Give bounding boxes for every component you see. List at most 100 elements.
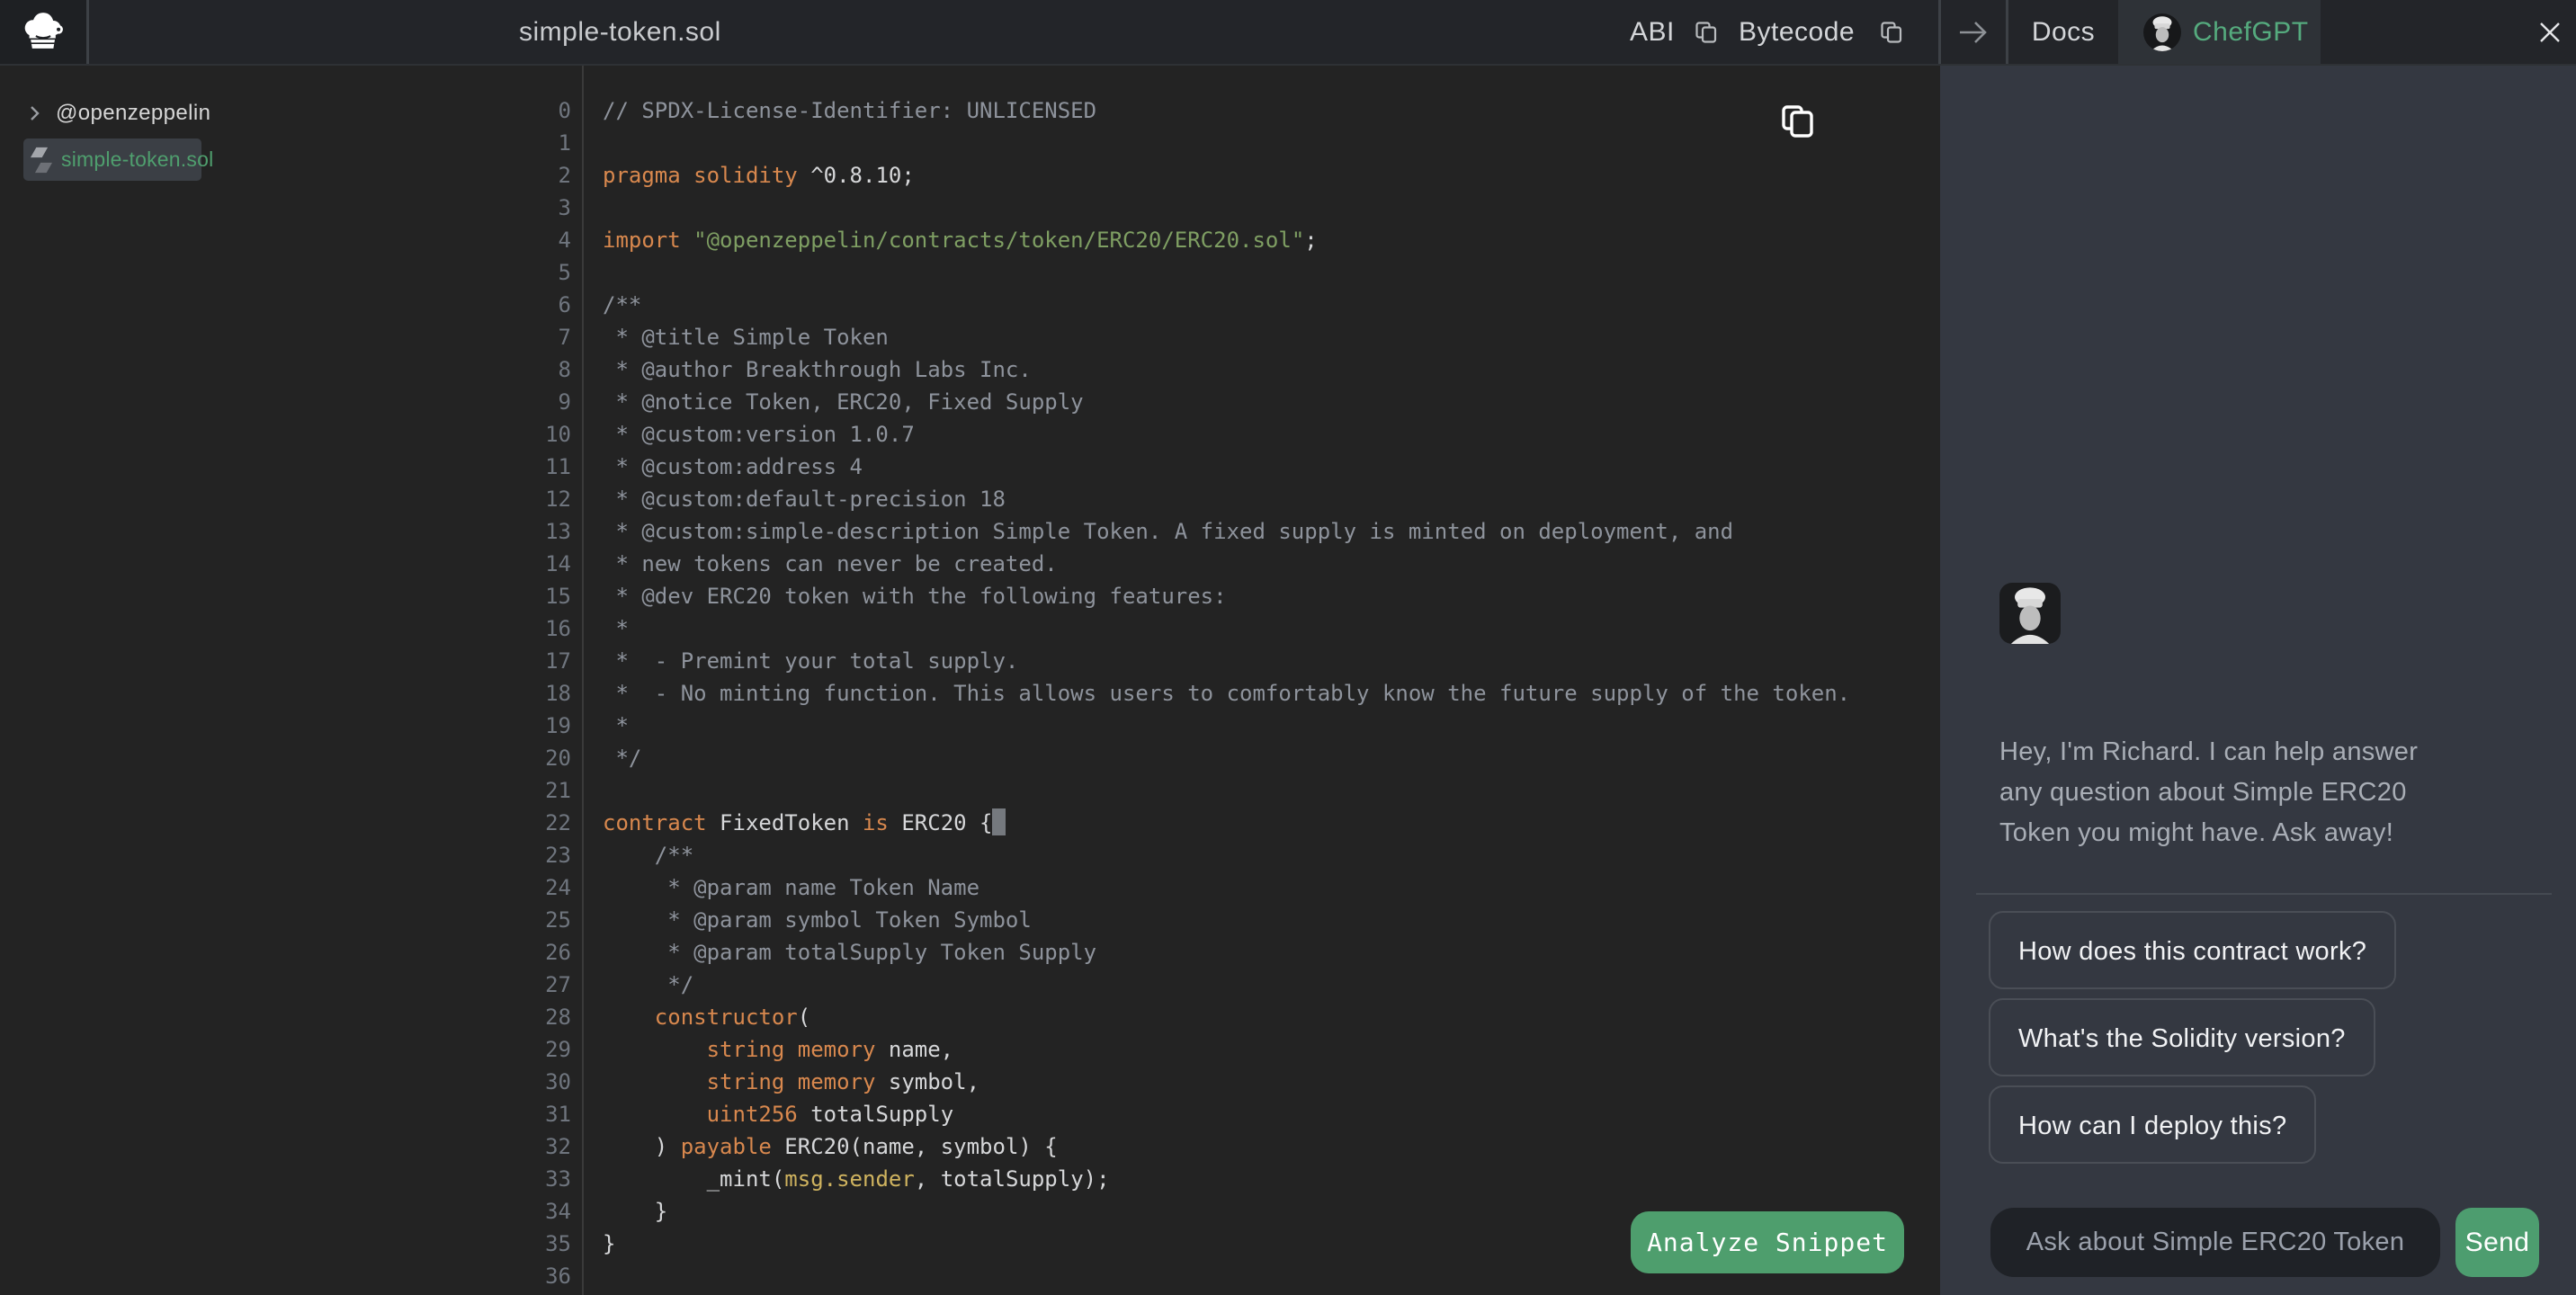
- arrow-right-icon: [1956, 18, 1990, 47]
- code-line[interactable]: 23 /**: [485, 839, 1940, 871]
- chefgpt-panel: Hey, I'm Richard. I can help answer any …: [1940, 66, 2576, 1295]
- analyze-snippet-button[interactable]: Analyze Snippet: [1631, 1211, 1904, 1273]
- line-number: 28: [485, 1001, 571, 1033]
- line-text: * @param symbol Token Symbol: [603, 904, 1032, 936]
- line-number: 0: [485, 94, 571, 127]
- line-number: 33: [485, 1163, 571, 1195]
- line-number: 6: [485, 289, 571, 321]
- code-line[interactable]: 30 string memory symbol,: [485, 1066, 1940, 1098]
- chevron-right-icon: [25, 104, 43, 122]
- line-number: 25: [485, 904, 571, 936]
- code-line[interactable]: 17 * - Premint your total supply.: [485, 645, 1940, 677]
- bytecode-copy-button[interactable]: Bytecode: [1739, 0, 1855, 64]
- copy-bytecode-icon[interactable]: [1880, 21, 1903, 44]
- code-line[interactable]: 26 * @param totalSupply Token Supply: [485, 936, 1940, 969]
- line-number: 13: [485, 515, 571, 548]
- code-line[interactable]: 12 * @custom:default-precision 18: [485, 483, 1940, 515]
- line-number: 11: [485, 451, 571, 483]
- code-line[interactable]: 18 * - No minting function. This allows …: [485, 677, 1940, 710]
- code-line[interactable]: 28 constructor(: [485, 1001, 1940, 1033]
- line-text: import "@openzeppelin/contracts/token/ER…: [603, 224, 1318, 256]
- code-line[interactable]: 29 string memory name,: [485, 1033, 1940, 1066]
- line-number: 18: [485, 677, 571, 710]
- code-line[interactable]: 9 * @notice Token, ERC20, Fixed Supply: [485, 386, 1940, 418]
- line-number: 3: [485, 192, 571, 224]
- code-line[interactable]: 3: [485, 192, 1940, 224]
- line-text: * - No minting function. This allows use…: [603, 677, 1850, 710]
- close-button[interactable]: [2523, 0, 2576, 64]
- line-text: * @custom:address 4: [603, 451, 863, 483]
- chefgpt-tab-label: ChefGPT: [2193, 17, 2309, 48]
- tab-docs[interactable]: Docs: [2008, 0, 2118, 64]
- chef-hat-icon: [20, 9, 67, 56]
- suggestion-chip[interactable]: What's the Solidity version?: [1989, 998, 2375, 1076]
- code-line[interactable]: 27 */: [485, 969, 1940, 1001]
- chat-input[interactable]: [1990, 1208, 2440, 1277]
- code-line[interactable]: 10 * @custom:version 1.0.7: [485, 418, 1940, 451]
- line-number: 1: [485, 127, 571, 159]
- code-line[interactable]: 31 uint256 totalSupply: [485, 1098, 1940, 1130]
- tab-chefgpt[interactable]: ChefGPT: [2118, 0, 2321, 64]
- panel-divider: [1976, 893, 2552, 895]
- line-number: 9: [485, 386, 571, 418]
- code-line[interactable]: 32 ) payable ERC20(name, symbol) {: [485, 1130, 1940, 1163]
- app-logo[interactable]: [0, 0, 89, 64]
- line-text: * @notice Token, ERC20, Fixed Supply: [603, 386, 1084, 418]
- code-line[interactable]: 5: [485, 256, 1940, 289]
- code-line[interactable]: 11 * @custom:address 4: [485, 451, 1940, 483]
- line-number: 31: [485, 1098, 571, 1130]
- line-text: ) payable ERC20(name, symbol) {: [603, 1130, 1058, 1163]
- code-line[interactable]: 20 */: [485, 742, 1940, 774]
- line-number: 24: [485, 871, 571, 904]
- line-number: 27: [485, 969, 571, 1001]
- line-text: * @custom:default-precision 18: [603, 483, 1006, 515]
- code-line[interactable]: 22contract FixedToken is ERC20 {: [485, 807, 1940, 839]
- code-line[interactable]: 6/**: [485, 289, 1940, 321]
- line-text: // SPDX-License-Identifier: UNLICENSED: [603, 94, 1096, 127]
- abi-copy-button[interactable]: ABI: [1630, 0, 1675, 64]
- copy-abi-icon[interactable]: [1695, 21, 1718, 44]
- line-number: 5: [485, 256, 571, 289]
- line-text: * - Premint your total supply.: [603, 645, 1018, 677]
- sidebar-item-simple-token[interactable]: simple-token.sol: [23, 138, 201, 181]
- code-line[interactable]: 14 * new tokens can never be created.: [485, 548, 1940, 580]
- top-bar: simple-token.sol ABI Bytecode: [0, 0, 2576, 66]
- code-line[interactable]: 7 * @title Simple Token: [485, 321, 1940, 353]
- richard-avatar: [1999, 583, 2061, 644]
- code-line[interactable]: 0 // SPDX-License-Identifier: UNLICENSED: [485, 94, 1940, 127]
- send-button[interactable]: Send: [2455, 1208, 2539, 1277]
- code-line[interactable]: 13 * @custom:simple-description Simple T…: [485, 515, 1940, 548]
- copy-code-button[interactable]: [1780, 103, 1816, 139]
- code-line[interactable]: 8 * @author Breakthrough Labs Inc.: [485, 353, 1940, 386]
- line-text: * @author Breakthrough Labs Inc.: [603, 353, 1032, 386]
- line-text: * @dev ERC20 token with the following fe…: [603, 580, 1227, 612]
- code-editor[interactable]: 0 // SPDX-License-Identifier: UNLICENSED 1…: [485, 66, 1940, 1295]
- code-line[interactable]: 33 _mint(msg.sender, totalSupply);: [485, 1163, 1940, 1195]
- code-line[interactable]: 16 *: [485, 612, 1940, 645]
- code-line[interactable]: 21: [485, 774, 1940, 807]
- collapse-panel-button[interactable]: [1941, 0, 2006, 64]
- code-line[interactable]: 25 * @param symbol Token Symbol: [485, 904, 1940, 936]
- code-line[interactable]: 1: [485, 127, 1940, 159]
- suggestion-chip[interactable]: How can I deploy this?: [1989, 1085, 2316, 1164]
- code-line[interactable]: 19 *: [485, 710, 1940, 742]
- line-number: 36: [485, 1260, 571, 1292]
- line-number: 30: [485, 1066, 571, 1098]
- suggestion-list: How does this contract work? What's the S…: [1989, 911, 2396, 1173]
- line-number: 4: [485, 224, 571, 256]
- line-text: uint256 totalSupply: [603, 1098, 953, 1130]
- line-number: 19: [485, 710, 571, 742]
- code-line[interactable]: 4 import "@openzeppelin/contracts/token/E…: [485, 224, 1940, 256]
- suggestion-chip[interactable]: How does this contract work?: [1989, 911, 2396, 989]
- line-text: * @custom:simple-description Simple Toke…: [603, 515, 1733, 548]
- line-text: /**: [603, 839, 693, 871]
- line-text: *: [603, 710, 629, 742]
- file-title: simple-token.sol: [519, 0, 721, 64]
- line-text: string memory symbol,: [603, 1066, 979, 1098]
- line-text: * @param totalSupply Token Supply: [603, 936, 1096, 969]
- code-line[interactable]: 24 * @param name Token Name: [485, 871, 1940, 904]
- sidebar-item-openzeppelin[interactable]: @openzeppelin: [0, 95, 210, 131]
- code-line[interactable]: 2pragma solidity ^0.8.10;: [485, 159, 1940, 192]
- code-line[interactable]: 15 * @dev ERC20 token with the following…: [485, 580, 1940, 612]
- copy-icon: [1780, 103, 1816, 139]
